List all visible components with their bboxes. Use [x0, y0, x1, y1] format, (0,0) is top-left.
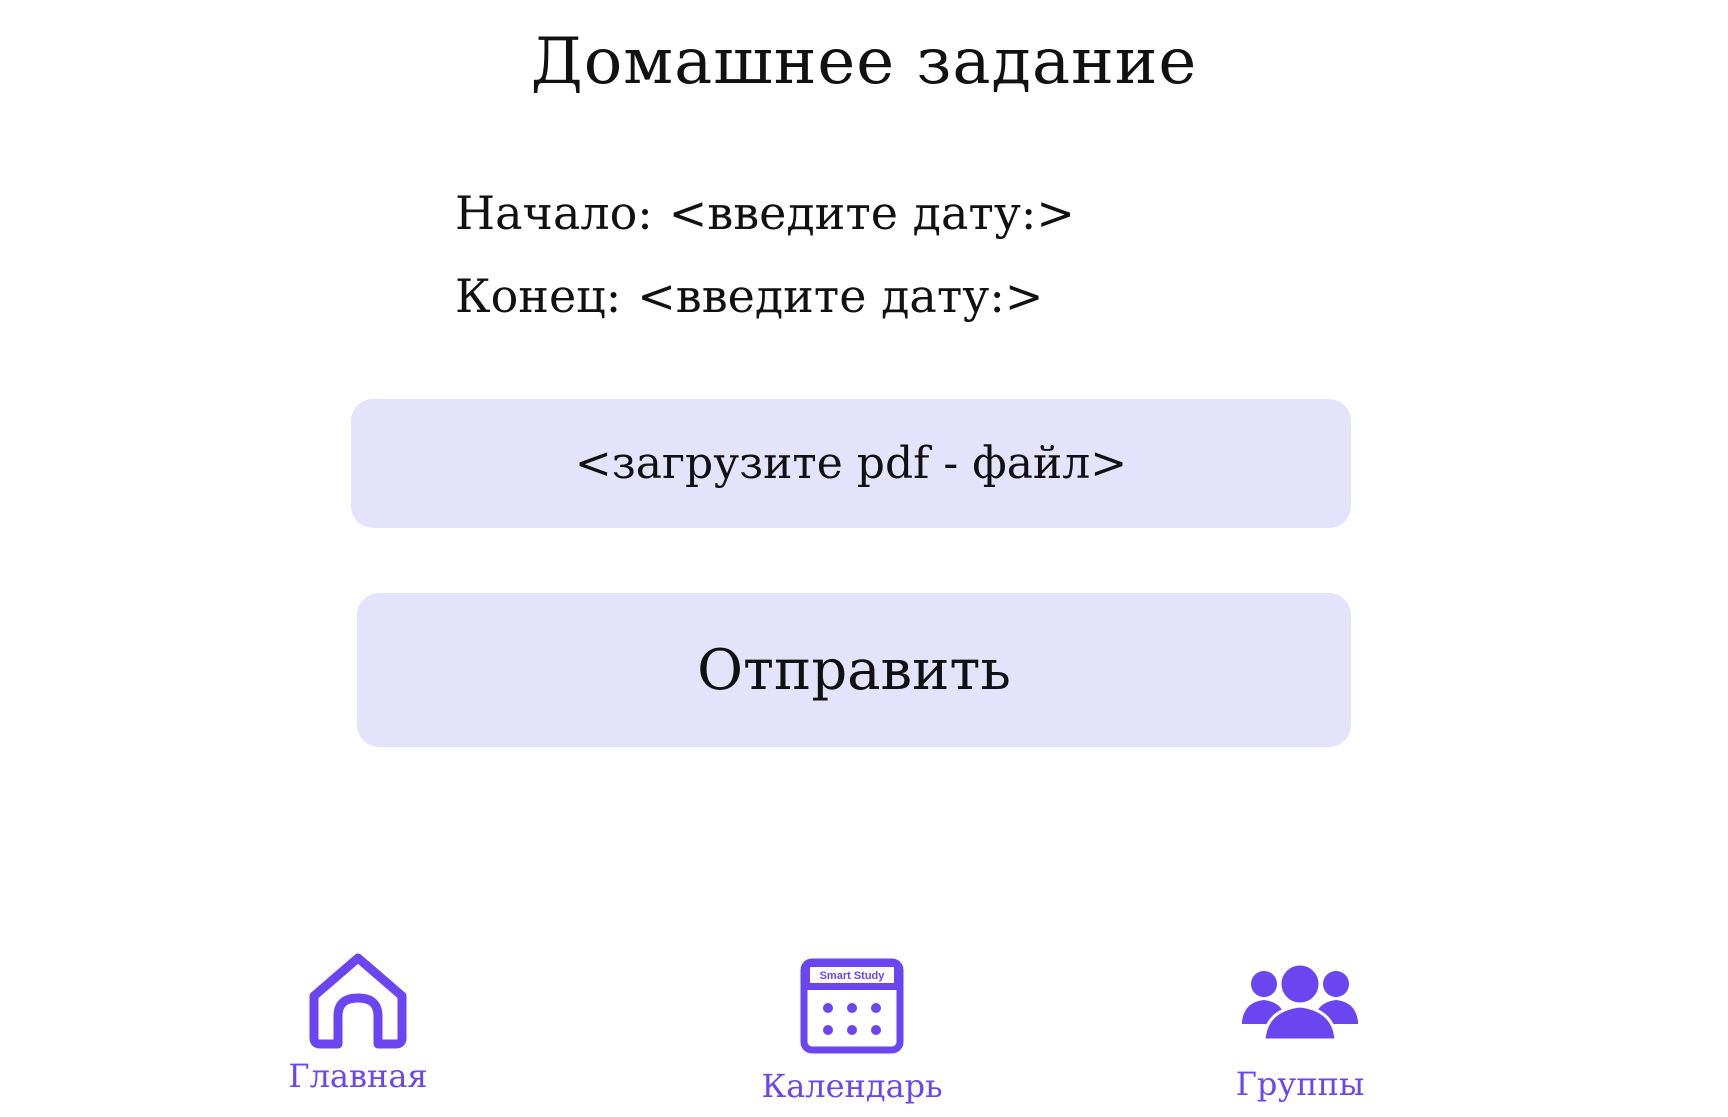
- nav-calendar-label: Календарь: [761, 1067, 943, 1105]
- calendar-icon-brand: Smart Study: [820, 970, 886, 982]
- nav-groups-label: Группы: [1235, 1065, 1365, 1103]
- page-title: Домашнее задание: [530, 25, 1198, 99]
- nav-groups[interactable]: Группы: [1210, 962, 1390, 1104]
- house-icon: [309, 953, 407, 1049]
- nav-home[interactable]: Главная: [268, 950, 448, 1096]
- upload-pdf-label: <загрузите pdf - файл>: [574, 438, 1128, 489]
- start-date-row: Начало: <введите дату:>: [455, 183, 1075, 243]
- end-date-row: Конец: <введите дату:>: [455, 266, 1043, 326]
- end-date-label: Конец:: [455, 269, 622, 323]
- submit-button[interactable]: Отправить: [357, 593, 1351, 747]
- nav-calendar[interactable]: Smart Study Календарь: [742, 958, 962, 1106]
- submit-label: Отправить: [697, 637, 1011, 703]
- calendar-icon: Smart Study: [800, 958, 904, 1054]
- upload-pdf-button[interactable]: <загрузите pdf - файл>: [351, 399, 1351, 528]
- start-date-input[interactable]: <введите дату:>: [669, 186, 1075, 240]
- users-group-icon: [1242, 962, 1358, 1042]
- start-date-label: Начало:: [455, 186, 653, 240]
- bottom-navigation: Главная Smart Study Календарь Группы: [0, 940, 1728, 1117]
- end-date-input[interactable]: <введите дату:>: [637, 269, 1043, 323]
- nav-home-label: Главная: [288, 1057, 428, 1095]
